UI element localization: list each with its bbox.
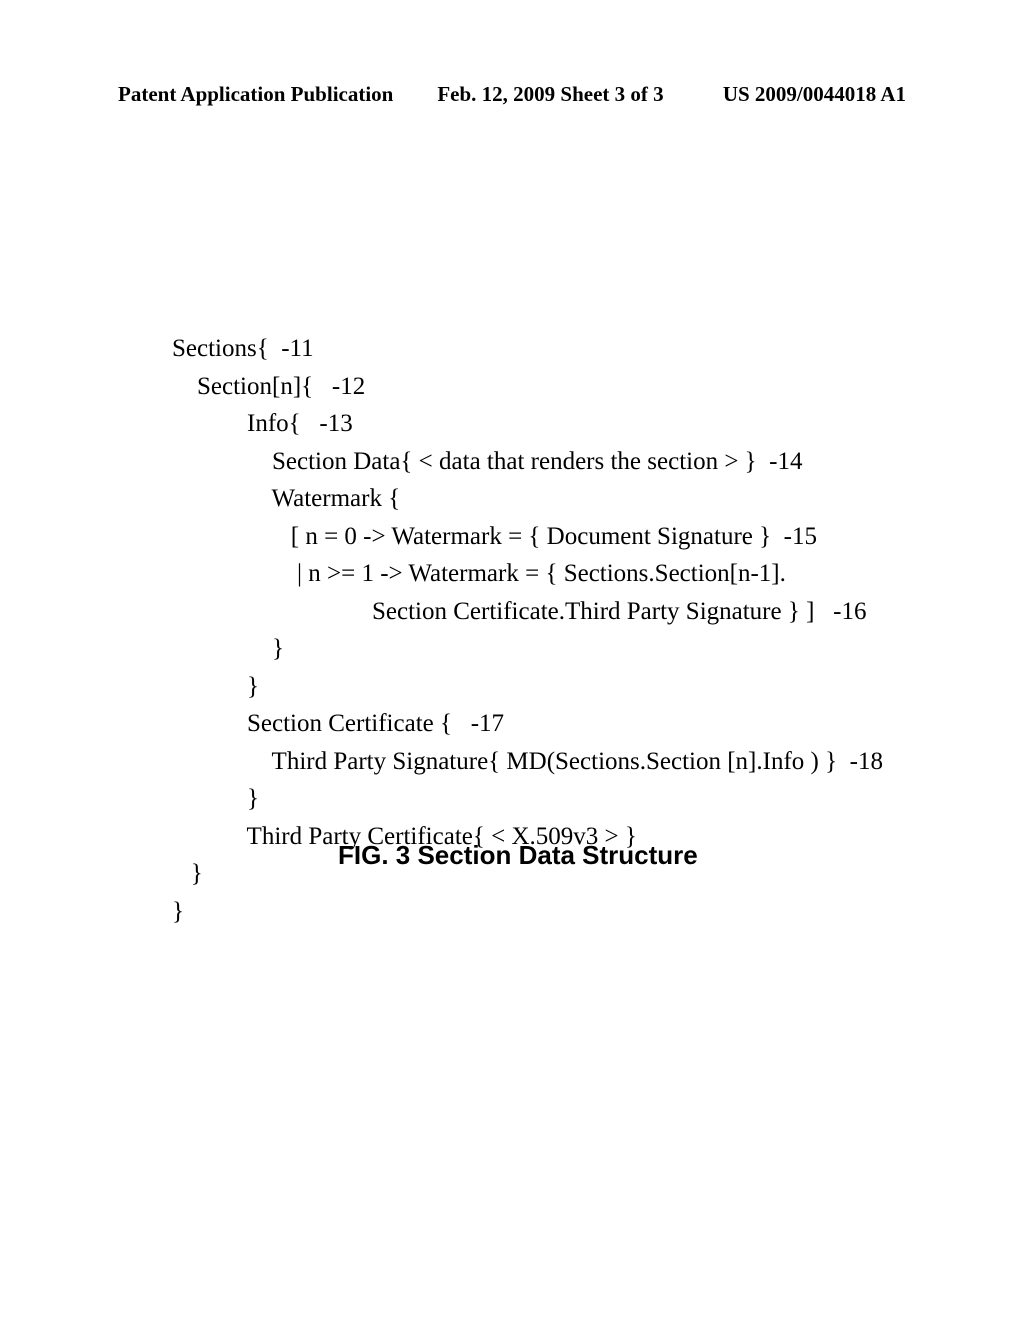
code-line: Third Party Signature{ MD(Sections.Secti…	[172, 748, 883, 775]
code-line: Info{ -13	[172, 410, 353, 437]
code-line: [ n = 0 -> Watermark = { Document Signat…	[172, 523, 817, 550]
code-line: Section Certificate.Third Party Signatur…	[172, 598, 867, 625]
code-line: }	[172, 673, 259, 700]
code-line: }	[172, 898, 184, 925]
code-line: Section[n]{ -12	[172, 373, 365, 400]
code-line: Section Data{ < data that renders the se…	[172, 448, 803, 475]
figure-caption: FIG. 3 Section Data Structure	[338, 840, 698, 871]
code-line: }	[172, 860, 203, 887]
header-center: Feb. 12, 2009 Sheet 3 of 3	[437, 82, 663, 107]
code-line: }	[172, 785, 259, 812]
code-line: Sections{ -11	[172, 335, 314, 362]
header-left: Patent Application Publication	[118, 82, 393, 107]
code-line: Section Certificate { -17	[172, 710, 504, 737]
code-line: }	[172, 635, 284, 662]
page-header: Patent Application Publication Feb. 12, …	[118, 82, 906, 107]
code-line: Watermark {	[172, 485, 400, 512]
header-right: US 2009/0044018 A1	[664, 82, 906, 107]
code-line: | n >= 1 -> Watermark = { Sections.Secti…	[172, 560, 786, 587]
